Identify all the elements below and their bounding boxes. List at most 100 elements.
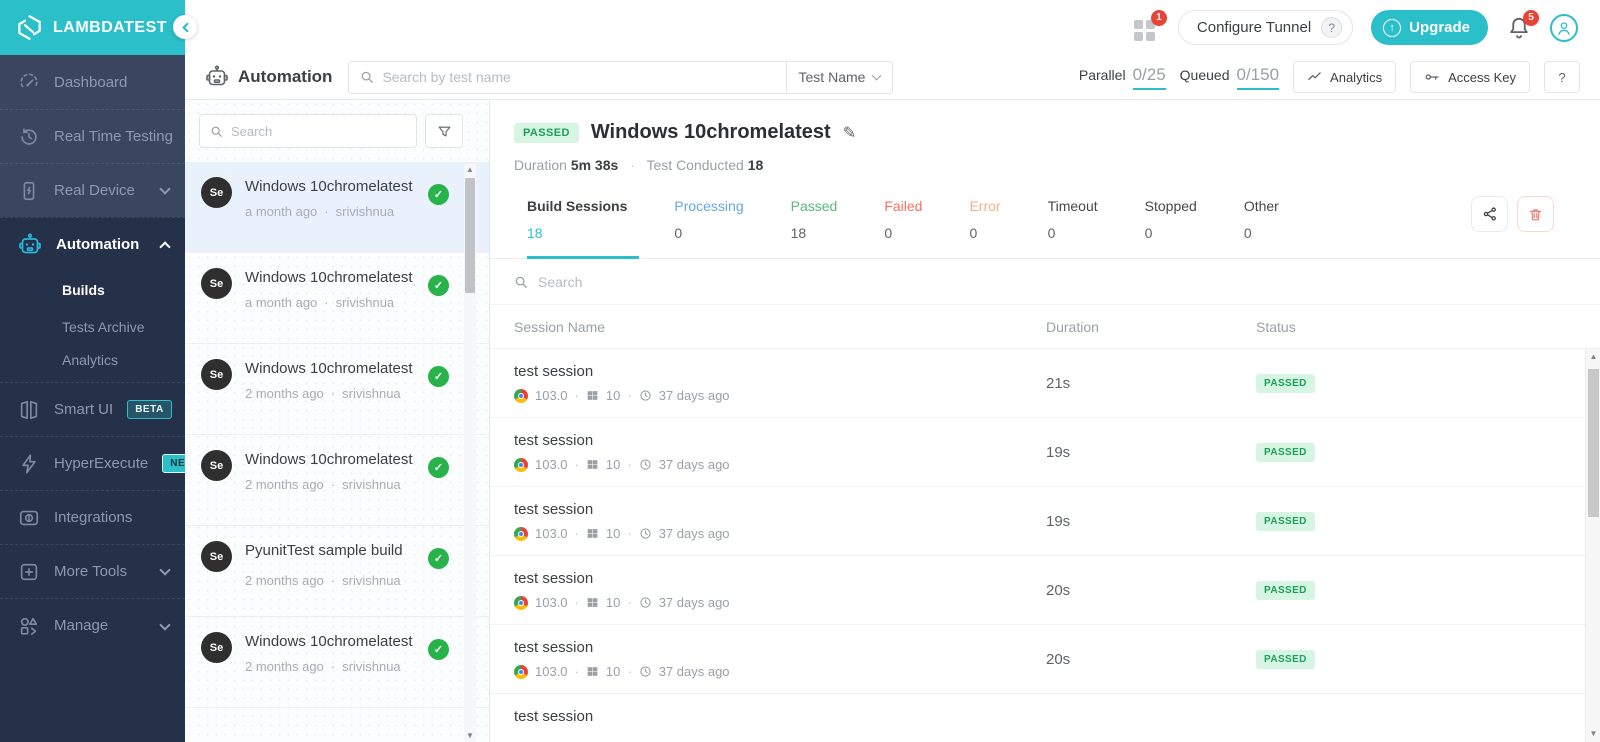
plus-square-icon <box>18 561 40 583</box>
windows-icon <box>586 665 599 678</box>
scroll-down-arrow[interactable]: ▼ <box>1586 728 1600 740</box>
integrations-icon <box>18 507 40 529</box>
clock-icon <box>639 596 652 609</box>
edit-pencil-icon[interactable]: ✎ <box>843 123 856 143</box>
tab-count: 0 <box>1145 225 1197 241</box>
session-row[interactable]: test session 103.0 10 37 days ago 19s <box>490 487 1600 556</box>
session-row[interactable]: test session 103.0 10 37 days ago 20s <box>490 556 1600 625</box>
mobile-device-icon <box>18 180 40 202</box>
passed-check-icon: ✓ <box>428 457 449 478</box>
build-info: Windows 10chromelatest 2 months agosrivi… <box>245 450 455 512</box>
sidebar-item-manage[interactable]: Manage <box>0 598 185 742</box>
tab-label: Failed <box>884 198 922 214</box>
session-status-badge: PASSED <box>1256 512 1315 531</box>
sidebar-item-dashboard[interactable]: Dashboard <box>0 55 185 109</box>
upgrade-button[interactable]: ↑ Upgrade <box>1371 10 1488 45</box>
session-row[interactable]: test session 103.0 10 37 days ago 19s <box>490 418 1600 487</box>
analytics-button[interactable]: Analytics <box>1293 61 1396 93</box>
build-list-item[interactable]: Se Windows 10chromelatest 2 months agosr… <box>185 617 489 708</box>
session-search-input[interactable] <box>538 274 1576 290</box>
passed-check-icon: ✓ <box>428 548 449 569</box>
access-key-button[interactable]: Access Key <box>1410 61 1530 93</box>
chrome-icon <box>514 665 528 679</box>
tab-count: 0 <box>674 225 743 241</box>
build-name: Windows 10chromelatest <box>245 177 455 197</box>
sidebar-subitem-label: Analytics <box>62 352 118 368</box>
tunnel-help-icon[interactable]: ? <box>1321 17 1342 38</box>
tab-failed[interactable]: Failed 0 <box>884 190 934 258</box>
tab-error[interactable]: Error 0 <box>969 190 1012 258</box>
sidebar-item-real-time-testing[interactable]: Real Time Testing <box>0 109 185 163</box>
scroll-up-arrow[interactable]: ▲ <box>1586 351 1600 363</box>
build-meta: a month agosrivishnua <box>245 204 455 219</box>
sidebar-collapse-button[interactable] <box>173 15 197 39</box>
build-list-item[interactable]: Se Windows 10chromelatest 2 months agosr… <box>185 344 489 435</box>
search-icon <box>349 70 374 84</box>
automation-toolbar: Automation Test Name Parallel 0/25 <box>185 55 1600 100</box>
sidebar-item-real-device[interactable]: Real Device <box>0 163 185 217</box>
tab-label: Processing <box>674 198 743 214</box>
sidebar-item-smart-ui[interactable]: Smart UI BETA <box>0 382 185 436</box>
build-name: Windows 10chromelatest <box>245 359 455 379</box>
build-list-scrollbar[interactable]: ▲ ▼ <box>464 164 476 742</box>
share-button[interactable] <box>1471 196 1508 232</box>
tab-label: Passed <box>791 198 838 214</box>
scrollbar-thumb[interactable] <box>465 178 475 293</box>
session-meta: 103.0 10 37 days ago <box>514 526 1046 541</box>
sidebar-subitem-tests-archive[interactable]: Tests Archive <box>0 308 185 345</box>
build-list-item[interactable]: Se Windows 10chromelatest 2 months agosr… <box>185 435 489 526</box>
scroll-up-arrow[interactable]: ▲ <box>464 164 476 176</box>
sidebar-item-label: Dashboard <box>54 74 169 91</box>
tab-passed[interactable]: Passed 18 <box>791 190 850 258</box>
session-table-scrollbar[interactable]: ▲ ▼ <box>1585 349 1600 742</box>
windows-icon <box>586 389 599 402</box>
sidebar-subitem-analytics[interactable]: Analytics <box>0 345 185 382</box>
apps-grid-button[interactable]: 1 <box>1134 15 1160 41</box>
build-name: Windows 10chromelatest <box>245 268 455 288</box>
smart-ui-icon <box>18 399 40 421</box>
help-button[interactable]: ? <box>1544 61 1580 93</box>
delete-button[interactable] <box>1517 196 1554 232</box>
sidebar-subitem-builds[interactable]: Builds <box>0 271 185 308</box>
session-status-badge: PASSED <box>1256 650 1315 669</box>
scroll-down-arrow[interactable]: ▼ <box>464 730 476 742</box>
build-meta: a month agosrivishnua <box>245 295 455 310</box>
scrollbar-thumb[interactable] <box>1588 369 1599 517</box>
search-scope-dropdown[interactable]: Test Name <box>786 62 893 93</box>
session-row-partial[interactable]: test session <box>490 694 1600 742</box>
build-list-item[interactable]: Se Windows 10chromelatest a month agosri… <box>185 162 489 253</box>
sidebar-item-integrations[interactable]: Integrations <box>0 490 185 544</box>
build-list-item[interactable]: Se PyunitTest sample build 2 months agos… <box>185 526 489 617</box>
search-scope-label: Test Name <box>799 69 866 85</box>
session-row[interactable]: test session 103.0 10 37 days ago 20s <box>490 625 1600 694</box>
tab-other[interactable]: Other 0 <box>1244 190 1291 258</box>
session-duration: 20s <box>1046 582 1256 599</box>
tab-stopped[interactable]: Stopped 0 <box>1145 190 1209 258</box>
sidebar-item-hyperexecute[interactable]: HyperExecute NEW <box>0 436 185 490</box>
chevron-up-icon <box>159 241 170 252</box>
tab-build-sessions[interactable]: Build Sessions 18 <box>527 190 639 259</box>
chevron-down-icon <box>872 71 882 81</box>
lightning-bolt-icon <box>18 453 40 475</box>
notifications-button[interactable]: 5 <box>1506 15 1532 41</box>
chrome-icon <box>514 389 528 403</box>
filter-button[interactable] <box>425 114 463 148</box>
test-search-input[interactable] <box>374 69 785 85</box>
build-search-input[interactable] <box>231 124 406 139</box>
session-row[interactable]: test session 103.0 10 37 days ago 21s <box>490 349 1600 418</box>
build-list-item[interactable]: Se Windows 10chromelatest a month agosri… <box>185 253 489 344</box>
profile-avatar-button[interactable] <box>1550 14 1578 42</box>
tab-processing[interactable]: Processing 0 <box>674 190 755 258</box>
sidebar-item-automation[interactable]: Automation <box>0 217 185 271</box>
session-tabs: Build Sessions 18 Processing 0 Passed 18… <box>490 190 1600 259</box>
build-info: Windows 10chromelatest 2 months agosrivi… <box>245 632 455 694</box>
column-session-name: Session Name <box>490 319 1046 335</box>
sidebar-item-label: Smart UI <box>54 401 113 418</box>
tab-label: Stopped <box>1145 198 1197 214</box>
configure-tunnel-button[interactable]: Configure Tunnel ? <box>1178 10 1353 45</box>
sidebar-item-more-tools[interactable]: More Tools <box>0 544 185 598</box>
tab-timeout[interactable]: Timeout 0 <box>1048 190 1110 258</box>
notifications-badge: 5 <box>1523 10 1539 26</box>
session-status-badge: PASSED <box>1256 581 1315 600</box>
upgrade-label: Upgrade <box>1409 19 1470 36</box>
